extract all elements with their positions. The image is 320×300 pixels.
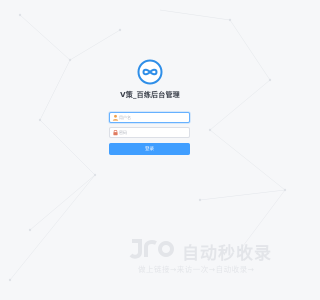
watermark-main-text: 自动秒收录 [182,244,272,264]
user-icon [112,114,119,121]
password-field[interactable] [109,127,190,138]
page-title: V策_百练后台管理 [120,91,180,99]
watermark: 自动秒收录 做上链接→来访一次→自动收录→ [128,237,278,277]
password-input[interactable] [119,128,187,137]
login-page: V策_百练后台管理 登录 自动秒收录 做上链接→来访一次→自动收录→ [0,0,300,300]
infinity-logo-icon [137,59,163,85]
jr-logo-icon [129,239,174,259]
watermark-sub-text: 做上链接→来访一次→自动收录→ [138,265,255,274]
username-field[interactable] [109,112,190,123]
username-input[interactable] [119,113,187,122]
login-button[interactable]: 登录 [109,143,190,155]
lock-icon [113,130,118,136]
